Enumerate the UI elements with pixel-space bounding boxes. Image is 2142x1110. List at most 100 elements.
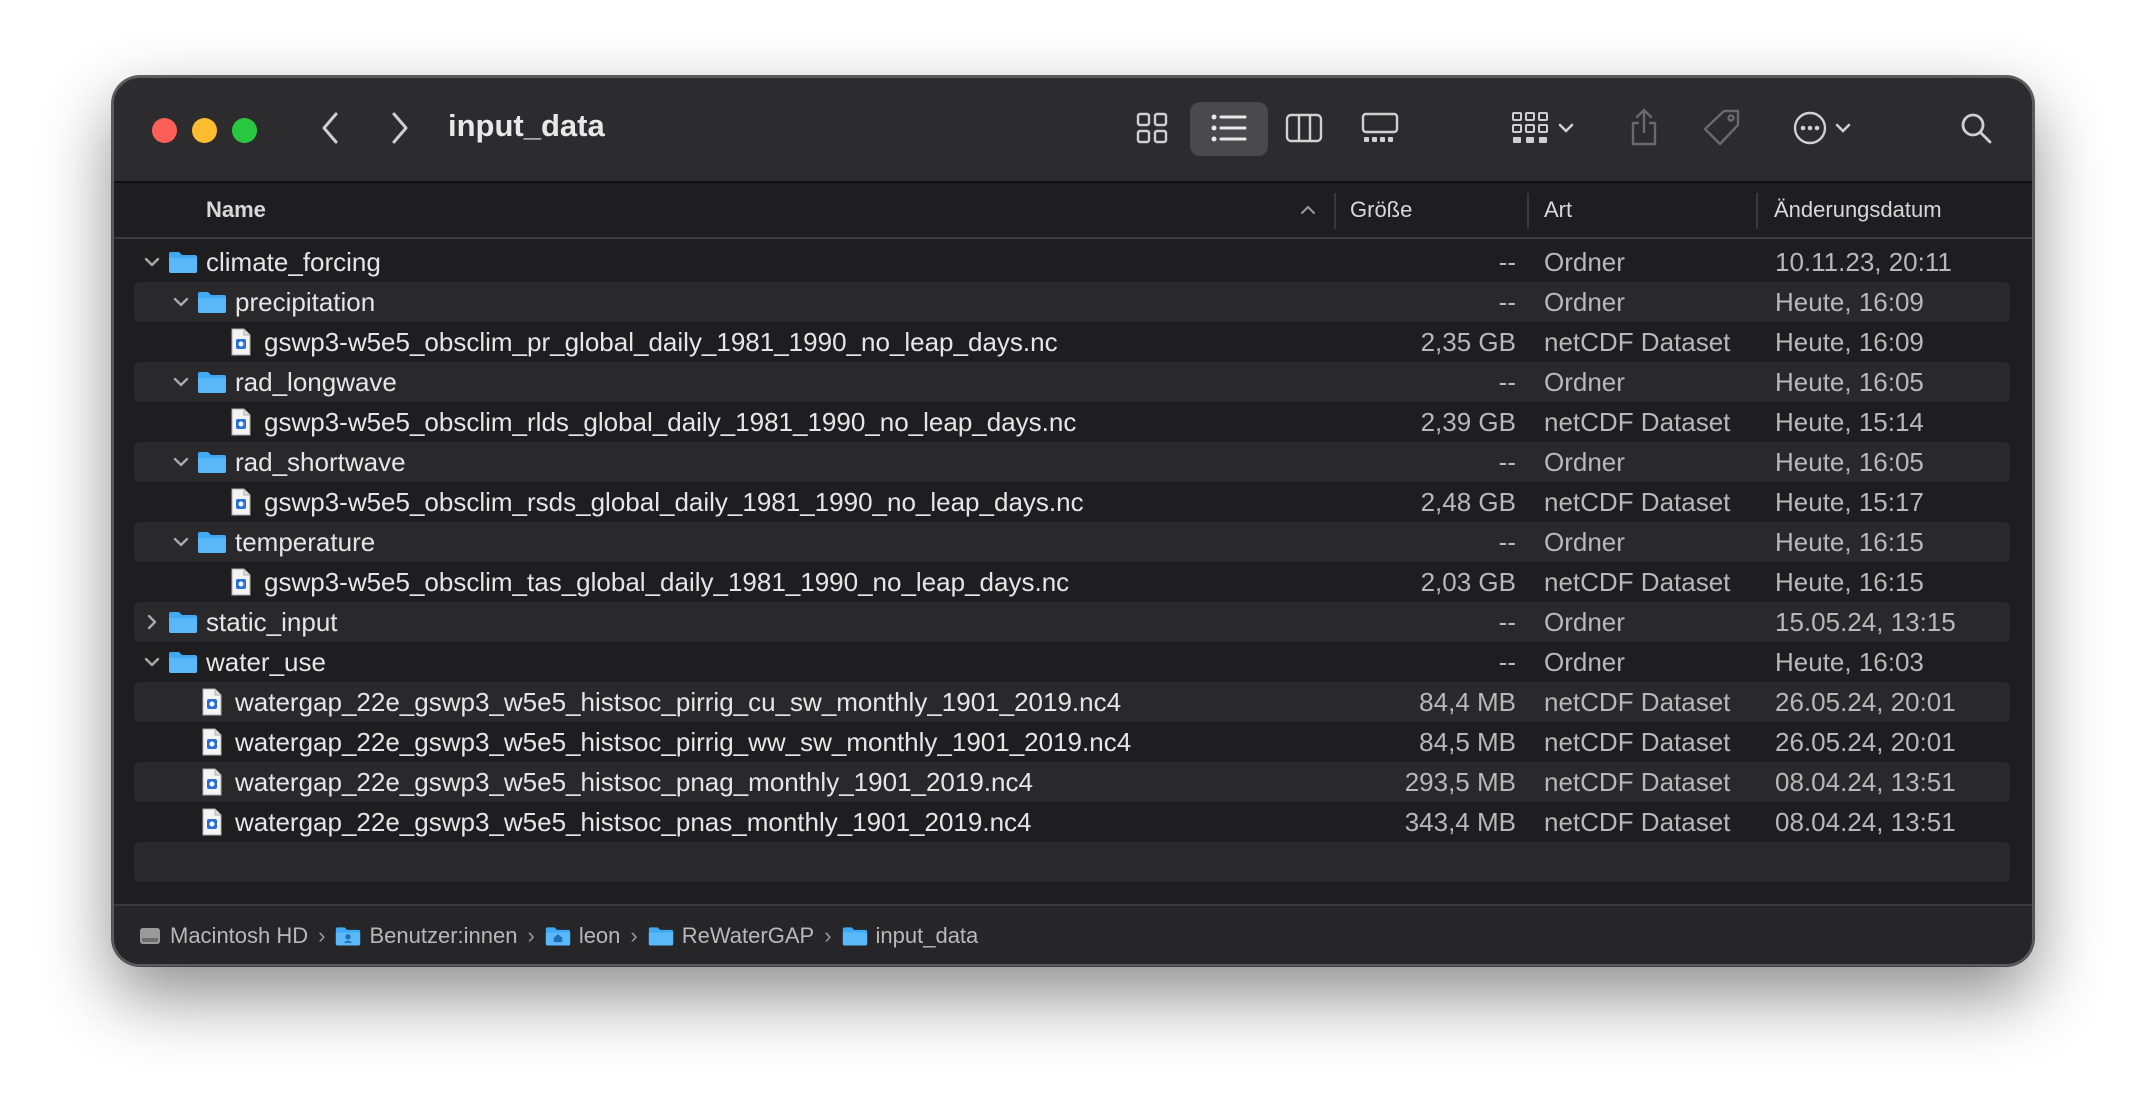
item-date: Heute, 16:15 (1775, 526, 1924, 557)
item-size: -- (1498, 286, 1516, 317)
folder-row[interactable]: climate_forcing -- Ordner 10.11.23, 20:11 (134, 242, 2010, 282)
item-kind: Ordner (1544, 246, 1625, 277)
path-separator: › (527, 923, 535, 948)
path-item-label: Macintosh HD (170, 923, 309, 948)
grid-icon (1136, 112, 1168, 144)
list-view-button[interactable] (1209, 108, 1249, 148)
item-name: precipitation (235, 286, 376, 317)
column-header: Name Größe Art Änderungsdatum (114, 183, 2032, 239)
sort-ascending-icon[interactable] (1300, 183, 1316, 237)
item-name: gswp3-w5e5_obsclim_rlds_global_daily_198… (264, 406, 1077, 437)
item-date: 15.05.24, 13:15 (1775, 606, 1956, 637)
folder-row[interactable]: temperature -- Ordner Heute, 16:15 (134, 522, 2010, 562)
empty-row (134, 842, 2010, 882)
column-divider[interactable] (1334, 193, 1336, 229)
item-name: gswp3-w5e5_obsclim_pr_global_daily_1981_… (264, 326, 1058, 357)
item-name: watergap_22e_gswp3_w5e5_histsoc_pnas_mon… (235, 806, 1032, 837)
date-column-header[interactable]: Änderungsdatum (1774, 183, 1942, 237)
netcdf-file-icon (201, 762, 223, 802)
item-date: Heute, 16:05 (1775, 446, 1924, 477)
item-size: -- (1498, 246, 1516, 277)
item-kind: netCDF Dataset (1544, 686, 1731, 717)
path-item[interactable]: Macintosh HD (138, 923, 308, 949)
file-row[interactable]: gswp3-w5e5_obsclim_tas_global_daily_1981… (134, 562, 2010, 602)
item-date: Heute, 16:09 (1775, 326, 1924, 357)
folder-row[interactable]: precipitation -- Ordner Heute, 16:09 (134, 282, 2010, 322)
minimize-window-button[interactable] (192, 118, 217, 143)
netcdf-file-icon (201, 802, 223, 842)
item-kind: netCDF Dataset (1544, 406, 1731, 437)
close-window-button[interactable] (152, 118, 177, 143)
folder-row[interactable]: rad_shortwave -- Ordner Heute, 16:05 (134, 442, 2010, 482)
tag-icon (1703, 109, 1740, 146)
item-date: 08.04.24, 13:51 (1775, 806, 1956, 837)
columns-icon (1285, 113, 1323, 143)
column-view-button[interactable] (1284, 108, 1324, 148)
icon-view-button[interactable] (1132, 108, 1172, 148)
file-row[interactable]: watergap_22e_gswp3_w5e5_histsoc_pnas_mon… (134, 802, 2010, 842)
path-item[interactable]: Benutzer:innen (335, 923, 517, 949)
path-item[interactable]: leon (545, 923, 620, 949)
gallery-view-button[interactable] (1360, 108, 1400, 148)
path-item[interactable]: input_data (842, 923, 978, 949)
disk-icon (138, 925, 162, 947)
folder-row[interactable]: rad_longwave -- Ordner Heute, 16:05 (134, 362, 2010, 402)
folder-icon (168, 602, 198, 642)
folder-icon (197, 442, 227, 482)
item-size: -- (1498, 366, 1516, 397)
item-kind: Ordner (1544, 526, 1625, 557)
disclosure-open-icon[interactable] (169, 522, 193, 562)
zoom-window-button[interactable] (232, 118, 257, 143)
path-separator: › (824, 923, 832, 948)
item-kind: Ordner (1544, 606, 1625, 637)
path-item-label: Benutzer:innen (369, 923, 518, 948)
group-by-button[interactable] (1508, 108, 1578, 148)
path-item[interactable]: ReWaterGAP (648, 923, 814, 949)
tag-button[interactable] (1700, 106, 1744, 150)
share-button[interactable] (1624, 104, 1664, 150)
column-divider[interactable] (1756, 193, 1758, 229)
disclosure-closed-icon[interactable] (140, 602, 164, 642)
search-button[interactable] (1956, 108, 1996, 148)
size-column-header[interactable]: Größe (1350, 183, 1412, 237)
item-date: Heute, 16:05 (1775, 366, 1924, 397)
back-button[interactable] (310, 108, 350, 148)
chevron-down-icon (1835, 123, 1851, 133)
file-row[interactable]: watergap_22e_gswp3_w5e5_histsoc_pnag_mon… (134, 762, 2010, 802)
disclosure-open-icon[interactable] (140, 242, 164, 282)
item-kind: Ordner (1544, 286, 1625, 317)
item-size: 84,4 MB (1419, 686, 1516, 717)
folder-row[interactable]: static_input -- Ordner 15.05.24, 13:15 (134, 602, 2010, 642)
netcdf-file-icon (230, 562, 252, 602)
ellipsis-circle-icon (1793, 111, 1827, 145)
chevron-left-icon (322, 112, 338, 144)
disclosure-open-icon[interactable] (169, 442, 193, 482)
item-date: 08.04.24, 13:51 (1775, 766, 1956, 797)
gallery-icon (1361, 112, 1399, 142)
item-size: 2,35 GB (1420, 326, 1516, 357)
item-date: 10.11.23, 20:11 (1775, 246, 1952, 277)
file-row[interactable]: gswp3-w5e5_obsclim_pr_global_daily_1981_… (134, 322, 2010, 362)
item-date: 26.05.24, 20:01 (1775, 686, 1956, 717)
file-row[interactable]: watergap_22e_gswp3_w5e5_histsoc_pirrig_c… (134, 682, 2010, 722)
forward-button[interactable] (380, 108, 420, 148)
disclosure-open-icon[interactable] (140, 642, 164, 682)
path-bar: Macintosh HD › Benutzer:innen › leon › ReWater… (114, 904, 2032, 964)
kind-column-header[interactable]: Art (1544, 183, 1572, 237)
netcdf-file-icon (230, 482, 252, 522)
file-row[interactable]: watergap_22e_gswp3_w5e5_histsoc_pirrig_w… (134, 722, 2010, 762)
disclosure-open-icon[interactable] (169, 362, 193, 402)
item-date: Heute, 15:17 (1775, 486, 1924, 517)
file-row[interactable]: gswp3-w5e5_obsclim_rsds_global_daily_198… (134, 482, 2010, 522)
disclosure-open-icon[interactable] (169, 282, 193, 322)
users-folder-icon (335, 925, 361, 947)
item-date: Heute, 16:03 (1775, 646, 1924, 677)
more-actions-button[interactable] (1784, 108, 1860, 148)
file-row[interactable]: gswp3-w5e5_obsclim_rlds_global_daily_198… (134, 402, 2010, 442)
folder-row[interactable]: water_use -- Ordner Heute, 16:03 (134, 642, 2010, 682)
column-divider[interactable] (1527, 193, 1529, 229)
name-column-header[interactable]: Name (206, 183, 266, 237)
item-name: watergap_22e_gswp3_w5e5_histsoc_pnag_mon… (235, 766, 1033, 797)
folder-icon (197, 282, 227, 322)
folder-icon (168, 242, 198, 282)
